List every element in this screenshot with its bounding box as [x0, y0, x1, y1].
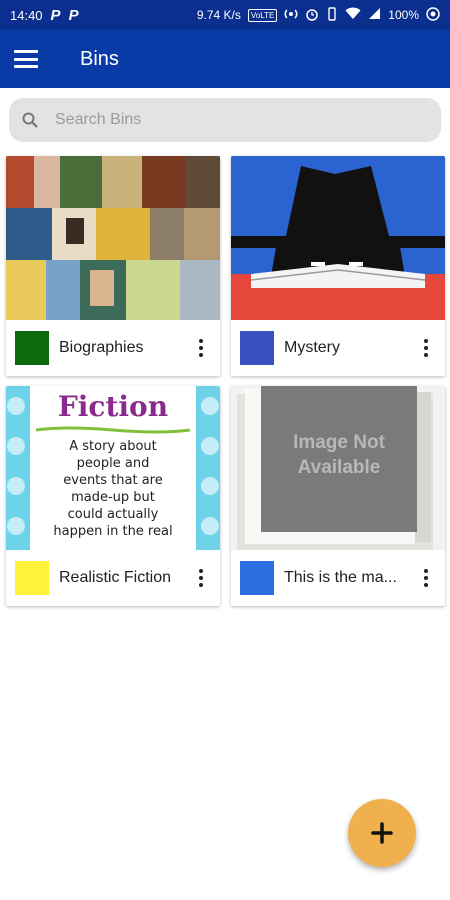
bin-label: This is the ma...	[284, 569, 397, 586]
bin-label: Realistic Fiction	[59, 569, 172, 586]
bin-color-swatch	[15, 561, 49, 595]
bin-card-biographies[interactable]: Biographies	[6, 156, 220, 376]
bin-thumbnail: Image Not Available	[231, 386, 445, 550]
menu-button[interactable]	[4, 37, 48, 81]
alarm-icon	[305, 7, 319, 24]
hotspot-icon	[284, 7, 298, 24]
battery-saver-icon	[426, 6, 440, 24]
thumbnail-title: Fiction	[57, 390, 169, 423]
bin-label: Biographies	[59, 339, 144, 356]
thumbnail-body: A story about people and events that are…	[53, 439, 173, 539]
more-options-button[interactable]	[415, 563, 436, 593]
wifi-icon	[345, 7, 361, 23]
bin-thumbnail	[231, 156, 445, 320]
volte-badge: VoLTE	[247, 8, 278, 22]
hamburger-menu-icon	[14, 50, 38, 68]
bin-thumbnail	[6, 156, 220, 320]
search-icon	[22, 112, 38, 128]
more-options-button[interactable]	[415, 333, 436, 363]
bin-card-this-is-the-ma[interactable]: Image Not Available This is the ma...	[231, 386, 445, 606]
paypal-notification-icon: P	[68, 6, 79, 24]
more-options-button[interactable]	[190, 333, 211, 363]
plus-icon	[371, 822, 393, 844]
add-bin-button[interactable]	[348, 799, 416, 867]
bin-card-mystery[interactable]: Mystery	[231, 156, 445, 376]
bin-color-swatch	[240, 331, 274, 365]
bin-color-swatch	[15, 331, 49, 365]
bin-card-realistic-fiction[interactable]: Fiction A story about people and events …	[6, 386, 220, 606]
search-bar[interactable]	[9, 98, 441, 142]
page-title: Bins	[80, 47, 119, 70]
battery-percent: 100%	[388, 8, 419, 22]
parking-notification-icon: P	[50, 6, 61, 24]
status-bar: 14:40 P P 9.74 K/s VoLTE 100%	[0, 0, 450, 30]
bin-color-swatch	[240, 561, 274, 595]
bin-thumbnail: Fiction A story about people and events …	[6, 386, 220, 550]
app-bar: Bins	[0, 30, 450, 88]
status-time: 14:40	[10, 7, 43, 23]
bin-label: Mystery	[284, 339, 340, 356]
vibrate-icon	[326, 6, 338, 24]
more-options-button[interactable]	[190, 563, 211, 593]
network-speed: 9.74 K/s	[196, 8, 241, 22]
signal-icon	[368, 7, 381, 23]
search-input[interactable]	[55, 111, 415, 129]
image-not-available-text: Image Not Available	[293, 432, 385, 478]
